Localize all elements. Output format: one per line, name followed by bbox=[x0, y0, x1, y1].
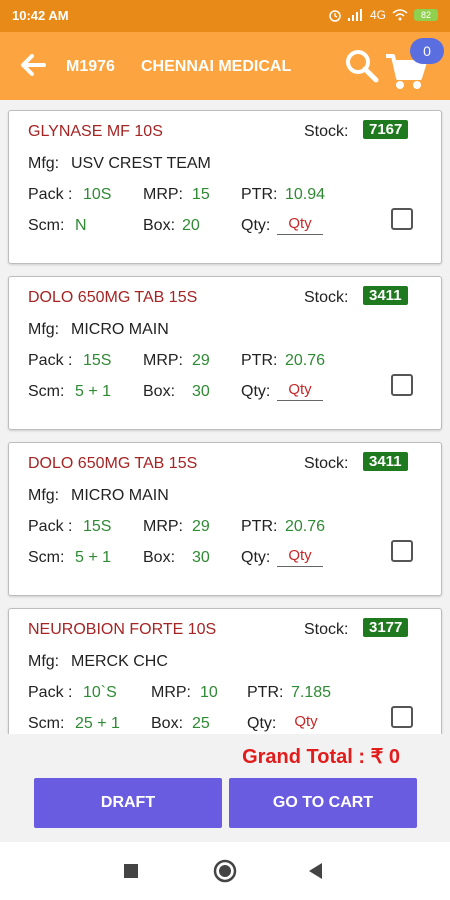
box-label: Box: bbox=[151, 715, 184, 732]
mfg-label: Mfg: bbox=[28, 487, 60, 504]
customer-code: M1976 bbox=[66, 58, 115, 75]
mrp-value: 29 bbox=[192, 518, 210, 535]
pack-label: Pack : bbox=[28, 684, 73, 701]
status-time: 10:42 AM bbox=[12, 8, 69, 23]
qty-label: Qty: bbox=[241, 549, 271, 566]
select-checkbox[interactable] bbox=[391, 706, 413, 728]
scm-label: Scm: bbox=[28, 715, 65, 732]
qty-label: Qty: bbox=[247, 715, 277, 732]
scm-value: 25 + 1 bbox=[75, 715, 120, 732]
ptr-value: 20.76 bbox=[285, 518, 326, 535]
ptr-value: 7.185 bbox=[291, 684, 332, 701]
mfg-value: MICRO MAIN bbox=[71, 487, 169, 504]
scm-label: Scm: bbox=[28, 383, 65, 400]
mfg-label: Mfg: bbox=[28, 653, 60, 670]
stock-badge: 3411 bbox=[363, 452, 408, 471]
mrp-value: 29 bbox=[192, 352, 210, 369]
qty-label: Qty: bbox=[241, 383, 271, 400]
search-icon[interactable] bbox=[344, 48, 380, 84]
scm-label: Scm: bbox=[28, 549, 65, 566]
alarm-icon bbox=[329, 10, 341, 22]
ptr-value: 20.76 bbox=[285, 352, 326, 369]
back-arrow-icon[interactable] bbox=[18, 50, 48, 80]
product-card: NEUROBION FORTE 10S Stock: 3177 Mfg: MER… bbox=[8, 608, 442, 734]
scm-label: Scm: bbox=[28, 217, 65, 234]
stock-badge: 3411 bbox=[363, 286, 408, 305]
product-card: DOLO 650MG TAB 15S Stock: 3411 Mfg: MICR… bbox=[8, 276, 442, 430]
pack-label: Pack : bbox=[28, 186, 73, 203]
product-name: DOLO 650MG TAB 15S bbox=[28, 455, 198, 472]
status-icons: 4G 82 bbox=[328, 8, 438, 22]
ptr-label: PTR: bbox=[241, 352, 278, 369]
mrp-label: MRP: bbox=[143, 186, 183, 203]
ptr-label: PTR: bbox=[241, 518, 278, 535]
go-to-cart-button[interactable]: GO TO CART bbox=[229, 778, 417, 828]
mfg-label: Mfg: bbox=[28, 155, 60, 172]
stock-label: Stock: bbox=[304, 123, 349, 140]
mfg-value: USV CREST TEAM bbox=[71, 155, 211, 172]
ptr-label: PTR: bbox=[241, 186, 278, 203]
pack-value: 10S bbox=[83, 186, 112, 203]
qty-input[interactable]: Qty bbox=[277, 215, 323, 235]
recent-apps-icon[interactable] bbox=[123, 863, 139, 879]
app-bar: M1976 CHENNAI MEDICAL 0 bbox=[0, 32, 450, 100]
mrp-value: 15 bbox=[192, 186, 210, 203]
network-type: 4G bbox=[369, 8, 386, 22]
mrp-label: MRP: bbox=[143, 518, 183, 535]
qty-input[interactable]: Qty bbox=[283, 713, 329, 732]
product-name: DOLO 650MG TAB 15S bbox=[28, 289, 198, 306]
pack-label: Pack : bbox=[28, 518, 73, 535]
stock-label: Stock: bbox=[304, 621, 349, 638]
cart-count-badge[interactable]: 0 bbox=[410, 38, 444, 64]
pack-value: 15S bbox=[83, 518, 112, 535]
status-bar: 10:42 AM 4G 82 bbox=[0, 0, 450, 32]
pack-value: 10`S bbox=[83, 684, 117, 701]
qty-label: Qty: bbox=[241, 217, 271, 234]
product-card: GLYNASE MF 10S Stock: 7167 Mfg: USV CRES… bbox=[8, 110, 442, 264]
signal-icon bbox=[347, 9, 362, 21]
mrp-label: MRP: bbox=[143, 352, 183, 369]
box-value: 30 bbox=[192, 549, 210, 566]
mrp-label: MRP: bbox=[151, 684, 191, 701]
box-label: Box: bbox=[143, 217, 176, 234]
select-checkbox[interactable] bbox=[391, 208, 413, 230]
stock-badge: 7167 bbox=[363, 120, 409, 139]
home-icon[interactable] bbox=[213, 859, 237, 883]
box-value: 30 bbox=[192, 383, 210, 400]
battery-icon: 82 bbox=[414, 9, 438, 21]
stock-badge: 3177 bbox=[363, 618, 409, 637]
mfg-label: Mfg: bbox=[28, 321, 60, 338]
product-name: NEUROBION FORTE 10S bbox=[28, 621, 217, 638]
box-label: Box: bbox=[143, 383, 176, 400]
box-value: 20 bbox=[182, 217, 200, 234]
scm-value: N bbox=[75, 217, 87, 234]
back-nav-icon[interactable] bbox=[307, 862, 323, 880]
bottom-panel: Grand Total : ₹ 0 DRAFT GO TO CART bbox=[0, 734, 450, 842]
system-nav-bar bbox=[0, 842, 450, 900]
shop-name: CHENNAI MEDICAL bbox=[141, 58, 292, 75]
select-checkbox[interactable] bbox=[391, 374, 413, 396]
product-name: GLYNASE MF 10S bbox=[28, 123, 163, 140]
stock-label: Stock: bbox=[304, 455, 349, 472]
scm-value: 5 + 1 bbox=[75, 549, 112, 566]
mrp-value: 10 bbox=[200, 684, 218, 701]
box-label: Box: bbox=[143, 549, 176, 566]
mfg-value: MERCK CHC bbox=[71, 653, 168, 670]
draft-button[interactable]: DRAFT bbox=[34, 778, 222, 828]
select-checkbox[interactable] bbox=[391, 540, 413, 562]
wifi-icon bbox=[392, 9, 408, 21]
pack-value: 15S bbox=[83, 352, 112, 369]
ptr-label: PTR: bbox=[247, 684, 284, 701]
product-card: DOLO 650MG TAB 15S Stock: 3411 Mfg: MICR… bbox=[8, 442, 442, 596]
box-value: 25 bbox=[192, 715, 210, 732]
mfg-value: MICRO MAIN bbox=[71, 321, 169, 338]
grand-total: Grand Total : ₹ 0 bbox=[242, 746, 400, 768]
ptr-value: 10.94 bbox=[285, 186, 326, 203]
scm-value: 5 + 1 bbox=[75, 383, 112, 400]
pack-label: Pack : bbox=[28, 352, 73, 369]
product-list[interactable]: GLYNASE MF 10S Stock: 7167 Mfg: USV CRES… bbox=[0, 100, 450, 734]
qty-input[interactable]: Qty bbox=[277, 547, 323, 567]
qty-input[interactable]: Qty bbox=[277, 381, 323, 401]
stock-label: Stock: bbox=[304, 289, 349, 306]
